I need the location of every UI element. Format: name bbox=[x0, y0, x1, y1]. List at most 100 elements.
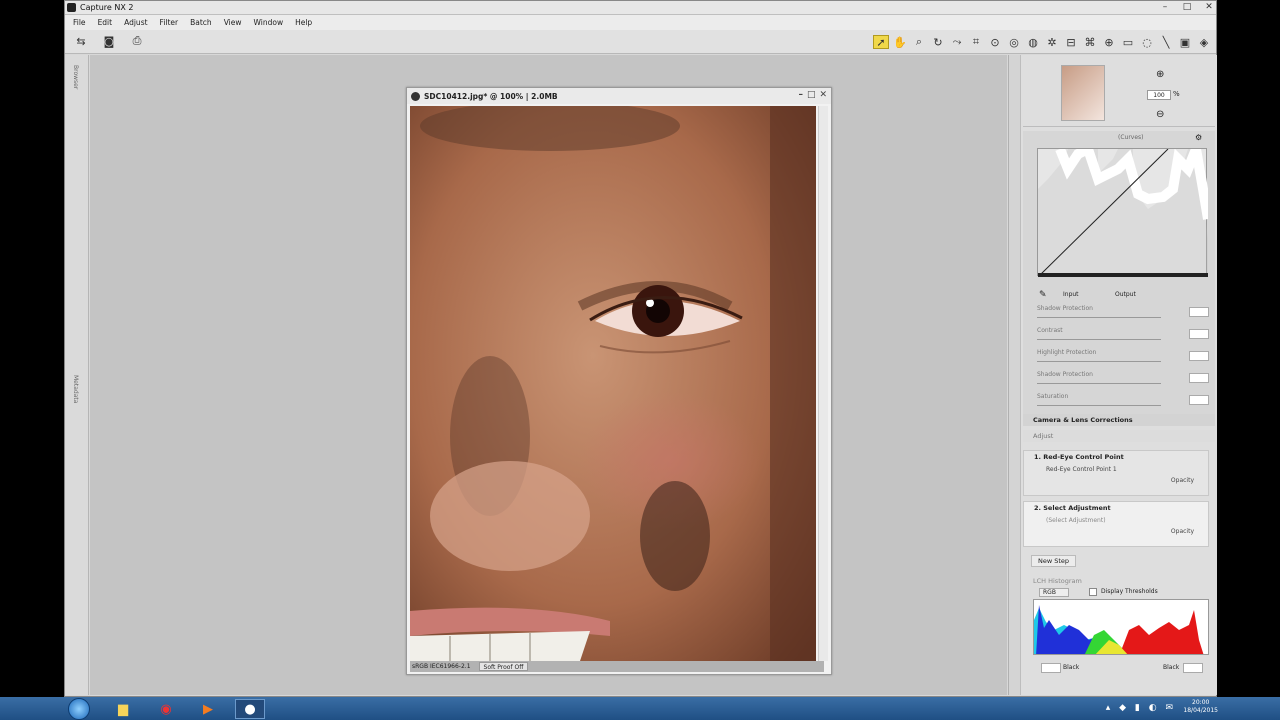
menu-view[interactable]: View bbox=[218, 18, 248, 27]
red-eye-icon[interactable]: ⊙ bbox=[987, 35, 1003, 49]
workspace: SDC10412.jpg* @ 100% | 2.0MB – □ ✕ sRGB … bbox=[90, 55, 1007, 695]
curves-graph[interactable] bbox=[1037, 130, 1213, 278]
print-icon[interactable]: ⎙ bbox=[129, 34, 145, 48]
browser-toggle-icon[interactable]: ⇆ bbox=[73, 34, 89, 48]
slider-value[interactable] bbox=[1189, 329, 1209, 339]
start-button[interactable] bbox=[68, 698, 90, 720]
left-letterbox bbox=[0, 0, 64, 720]
crop-icon[interactable]: ⌗ bbox=[968, 35, 984, 49]
window-minimize-icon[interactable]: – bbox=[798, 90, 803, 100]
menu-adjust[interactable]: Adjust bbox=[118, 18, 153, 27]
slider-shadow-protection: Shadow Protection bbox=[1037, 305, 1215, 327]
camera-icon[interactable]: ◙ bbox=[101, 34, 117, 48]
zoom-tool-icon[interactable]: ⌕ bbox=[911, 35, 927, 49]
windows-taskbar: ▆ ◉ ▶ ● ▴ ◆ ▮ ◐ ✉ 20:00 18/04/2015 bbox=[0, 697, 1280, 720]
navigator-thumbnail[interactable] bbox=[1061, 65, 1105, 121]
image-window[interactable]: SDC10412.jpg* @ 100% | 2.0MB – □ ✕ sRGB … bbox=[406, 87, 832, 675]
eraser-icon[interactable]: ◈ bbox=[1196, 35, 1212, 49]
line-tool-icon[interactable]: ╲ bbox=[1158, 35, 1174, 49]
slider-track[interactable] bbox=[1037, 317, 1161, 318]
capture-nx-taskbar-icon[interactable]: ● bbox=[235, 699, 265, 719]
slider-value[interactable] bbox=[1189, 307, 1209, 317]
step-opacity[interactable]: Opacity bbox=[1024, 475, 1208, 486]
menu-edit[interactable]: Edit bbox=[92, 18, 119, 27]
rgb-histogram bbox=[1034, 605, 1204, 654]
step-adjustment-select[interactable]: (Select Adjustment) bbox=[1024, 515, 1208, 526]
window-maximize-icon[interactable]: □ bbox=[807, 90, 816, 100]
zoom-unit: % bbox=[1173, 90, 1180, 98]
zoom-value-input[interactable]: 100 bbox=[1147, 90, 1171, 100]
chrome-icon[interactable]: ◉ bbox=[151, 699, 181, 719]
straighten-icon[interactable]: ⤳ bbox=[949, 35, 965, 49]
eyedropper-icon[interactable]: ✎ bbox=[1039, 290, 1047, 300]
slider-track[interactable] bbox=[1037, 339, 1161, 340]
menu-file[interactable]: File bbox=[67, 18, 92, 27]
histogram-channel-select[interactable]: RGB bbox=[1039, 588, 1069, 597]
slider-track[interactable] bbox=[1037, 361, 1161, 362]
hand-tool-icon[interactable]: ✋ bbox=[892, 35, 908, 49]
clock-date: 18/04/2015 bbox=[1183, 707, 1218, 714]
close-icon[interactable]: ✕ bbox=[1204, 2, 1214, 12]
slider-value[interactable] bbox=[1189, 395, 1209, 405]
gradient-icon[interactable]: ⊟ bbox=[1063, 35, 1079, 49]
marquee-icon[interactable]: ⊕ bbox=[1101, 35, 1117, 49]
lasso-icon[interactable]: ⌘ bbox=[1082, 35, 1098, 49]
black-point-input[interactable] bbox=[1041, 663, 1061, 673]
menu-help[interactable]: Help bbox=[289, 18, 318, 27]
step-red-eye[interactable]: 1. Red-Eye Control Point Red-Eye Control… bbox=[1023, 450, 1209, 496]
maximize-icon[interactable]: □ bbox=[1182, 2, 1192, 12]
slider-label: Shadow Protection bbox=[1037, 371, 1093, 378]
slider-track[interactable] bbox=[1037, 383, 1161, 384]
lasso-select-icon[interactable]: ◌ bbox=[1139, 35, 1155, 49]
step-title[interactable]: 2. Select Adjustment bbox=[1024, 502, 1208, 515]
right-panel: ⊕ 100 % ⊖ (Curves) ⚙ ✎ Input Output Shad… bbox=[1008, 55, 1217, 695]
slider-value[interactable] bbox=[1189, 373, 1209, 383]
system-tray[interactable]: ▴ ◆ ▮ ◐ ✉ bbox=[1106, 703, 1176, 713]
brush-icon[interactable]: ▭ bbox=[1120, 35, 1136, 49]
media-player-icon[interactable]: ▶ bbox=[193, 699, 223, 719]
step-title[interactable]: 1. Red-Eye Control Point bbox=[1024, 451, 1208, 464]
zoom-in-icon[interactable]: ⊕ bbox=[1156, 69, 1164, 80]
display-thresholds-checkbox[interactable] bbox=[1089, 588, 1097, 596]
window-close-icon[interactable]: ✕ bbox=[819, 90, 827, 100]
new-step-button[interactable]: New Step bbox=[1031, 555, 1077, 567]
photo-canvas[interactable] bbox=[410, 106, 816, 661]
app-title: Capture NX 2 bbox=[80, 3, 134, 12]
white-label: Black bbox=[1163, 664, 1180, 671]
browser-tab[interactable]: Browser bbox=[72, 65, 79, 89]
step-select-adjustment[interactable]: 2. Select Adjustment (Select Adjustment)… bbox=[1023, 501, 1209, 547]
histogram-title[interactable]: LCH Histogram bbox=[1033, 577, 1082, 585]
image-window-titlebar[interactable]: SDC10412.jpg* @ 100% | 2.0MB – □ ✕ bbox=[407, 88, 831, 104]
explorer-icon[interactable]: ▆ bbox=[108, 699, 138, 719]
direct-select-tool-icon[interactable]: ➚ bbox=[873, 35, 889, 49]
image-vertical-scrollbar[interactable] bbox=[818, 106, 828, 661]
menu-bar: File Edit Adjust Filter Batch View Windo… bbox=[65, 15, 1216, 30]
clock-time: 20:00 bbox=[1192, 699, 1210, 706]
color-control-point-icon[interactable]: ✲ bbox=[1044, 35, 1060, 49]
slider-track[interactable] bbox=[1037, 405, 1161, 406]
white-point-input[interactable] bbox=[1183, 663, 1203, 673]
soft-proof-dropdown[interactable]: Soft Proof Off bbox=[478, 662, 529, 671]
menu-batch[interactable]: Batch bbox=[184, 18, 218, 27]
zoom-out-icon[interactable]: ⊖ bbox=[1156, 109, 1164, 120]
step-opacity[interactable]: Opacity bbox=[1024, 526, 1208, 537]
metadata-tab[interactable]: Metadata bbox=[72, 375, 79, 403]
menu-window[interactable]: Window bbox=[248, 18, 290, 27]
black-point-icon[interactable]: ◎ bbox=[1006, 35, 1022, 49]
camera-lens-section[interactable]: Camera & Lens Corrections bbox=[1023, 414, 1215, 426]
histogram-panel: LCH Histogram RGB Display Thresholds Bla… bbox=[1023, 575, 1215, 693]
minimize-icon[interactable]: – bbox=[1160, 2, 1170, 12]
curves-channel-select[interactable]: (Curves) bbox=[1118, 134, 1144, 141]
clock[interactable]: 20:00 18/04/2015 bbox=[1183, 699, 1218, 715]
rotate-icon[interactable]: ↻ bbox=[930, 35, 946, 49]
step-item[interactable]: Red-Eye Control Point 1 bbox=[1024, 464, 1208, 475]
image-status-bar: sRGB IEC61966-2.1 Soft Proof Off bbox=[410, 661, 824, 672]
edit-list-adjust-header[interactable]: Adjust bbox=[1023, 430, 1215, 442]
app-window: Capture NX 2 – □ ✕ File Edit Adjust Filt… bbox=[64, 0, 1217, 697]
curves-options-icon[interactable]: ⚙ bbox=[1195, 133, 1202, 142]
menu-filter[interactable]: Filter bbox=[154, 18, 185, 27]
slider-value[interactable] bbox=[1189, 351, 1209, 361]
levels-curves-panel: (Curves) ⚙ ✎ Input Output Shadow Protect… bbox=[1023, 130, 1215, 424]
white-point-icon[interactable]: ◍ bbox=[1025, 35, 1041, 49]
fill-icon[interactable]: ▣ bbox=[1177, 35, 1193, 49]
